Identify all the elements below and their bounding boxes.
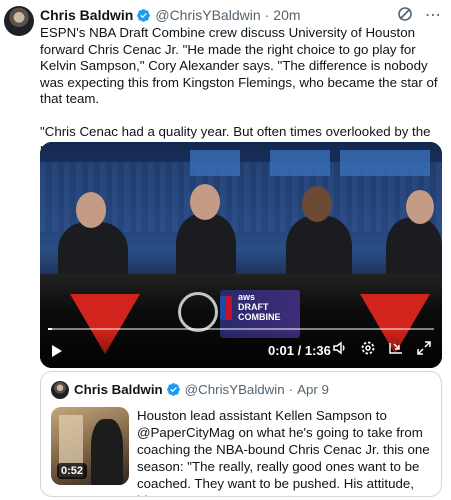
quoted-video-thumbnail[interactable]: 0:52	[51, 407, 129, 485]
analyst-head	[302, 186, 332, 222]
pip-icon[interactable]	[388, 340, 404, 359]
combine-logo-mark	[178, 292, 218, 332]
video-player[interactable]: aws DRAFT COMBINE 0:01 / 1:36	[40, 142, 442, 368]
quoted-author-handle: @ChrisYBaldwin	[184, 382, 285, 397]
grok-icon[interactable]	[397, 6, 413, 26]
analyst-head	[190, 184, 220, 220]
fullscreen-icon[interactable]	[416, 340, 432, 359]
quoted-author-name: Chris Baldwin	[74, 382, 163, 397]
sponsor-text: aws	[238, 292, 256, 302]
nba-logo-icon	[220, 296, 232, 320]
author-avatar[interactable]	[4, 6, 34, 36]
combine-logo-text: aws DRAFT COMBINE	[238, 292, 281, 322]
arena-screen	[270, 150, 330, 176]
verified-badge-icon	[166, 383, 180, 396]
video-controls	[40, 330, 442, 368]
arena-screen	[190, 150, 240, 176]
verified-badge-icon	[137, 8, 151, 22]
settings-icon[interactable]	[360, 340, 376, 359]
quoted-tweet-header: Chris Baldwin @ChrisYBaldwin · Apr 9	[74, 382, 329, 397]
tweet-paragraph: ESPN's NBA Draft Combine crew discuss Un…	[40, 25, 438, 107]
tweet-timestamp[interactable]: 20m	[273, 7, 300, 23]
combine-title-line2: COMBINE	[238, 312, 281, 322]
arena-screen	[340, 150, 430, 176]
separator-dot: ·	[288, 382, 294, 397]
combine-title-line1: DRAFT	[238, 302, 269, 312]
tweet-header: Chris Baldwin @ChrisYBaldwin · 20m	[40, 6, 451, 24]
video-duration-badge: 0:52	[57, 463, 88, 479]
volume-icon[interactable]	[332, 340, 348, 359]
quoted-tweet[interactable]: Chris Baldwin @ChrisYBaldwin · Apr 9 0:5…	[40, 371, 442, 497]
author-name[interactable]: Chris Baldwin	[40, 7, 133, 23]
more-icon[interactable]: ⋯	[425, 8, 441, 24]
thumbnail-figure	[91, 419, 123, 485]
video-progress-fill	[48, 328, 52, 330]
analyst-head	[406, 190, 434, 224]
quoted-author-avatar	[51, 381, 69, 399]
video-time-readout: 0:01 / 1:36	[268, 343, 331, 358]
header-actions: ⋯	[397, 6, 441, 26]
separator-dot: ·	[264, 7, 270, 23]
quoted-tweet-text: Houston lead assistant Kellen Sampson to…	[137, 408, 430, 496]
author-handle[interactable]: @ChrisYBaldwin	[155, 7, 260, 23]
video-progress-bar[interactable]	[48, 328, 434, 330]
play-icon[interactable]	[52, 345, 62, 357]
quoted-tweet-date: Apr 9	[297, 382, 329, 397]
analyst-head	[76, 192, 106, 228]
